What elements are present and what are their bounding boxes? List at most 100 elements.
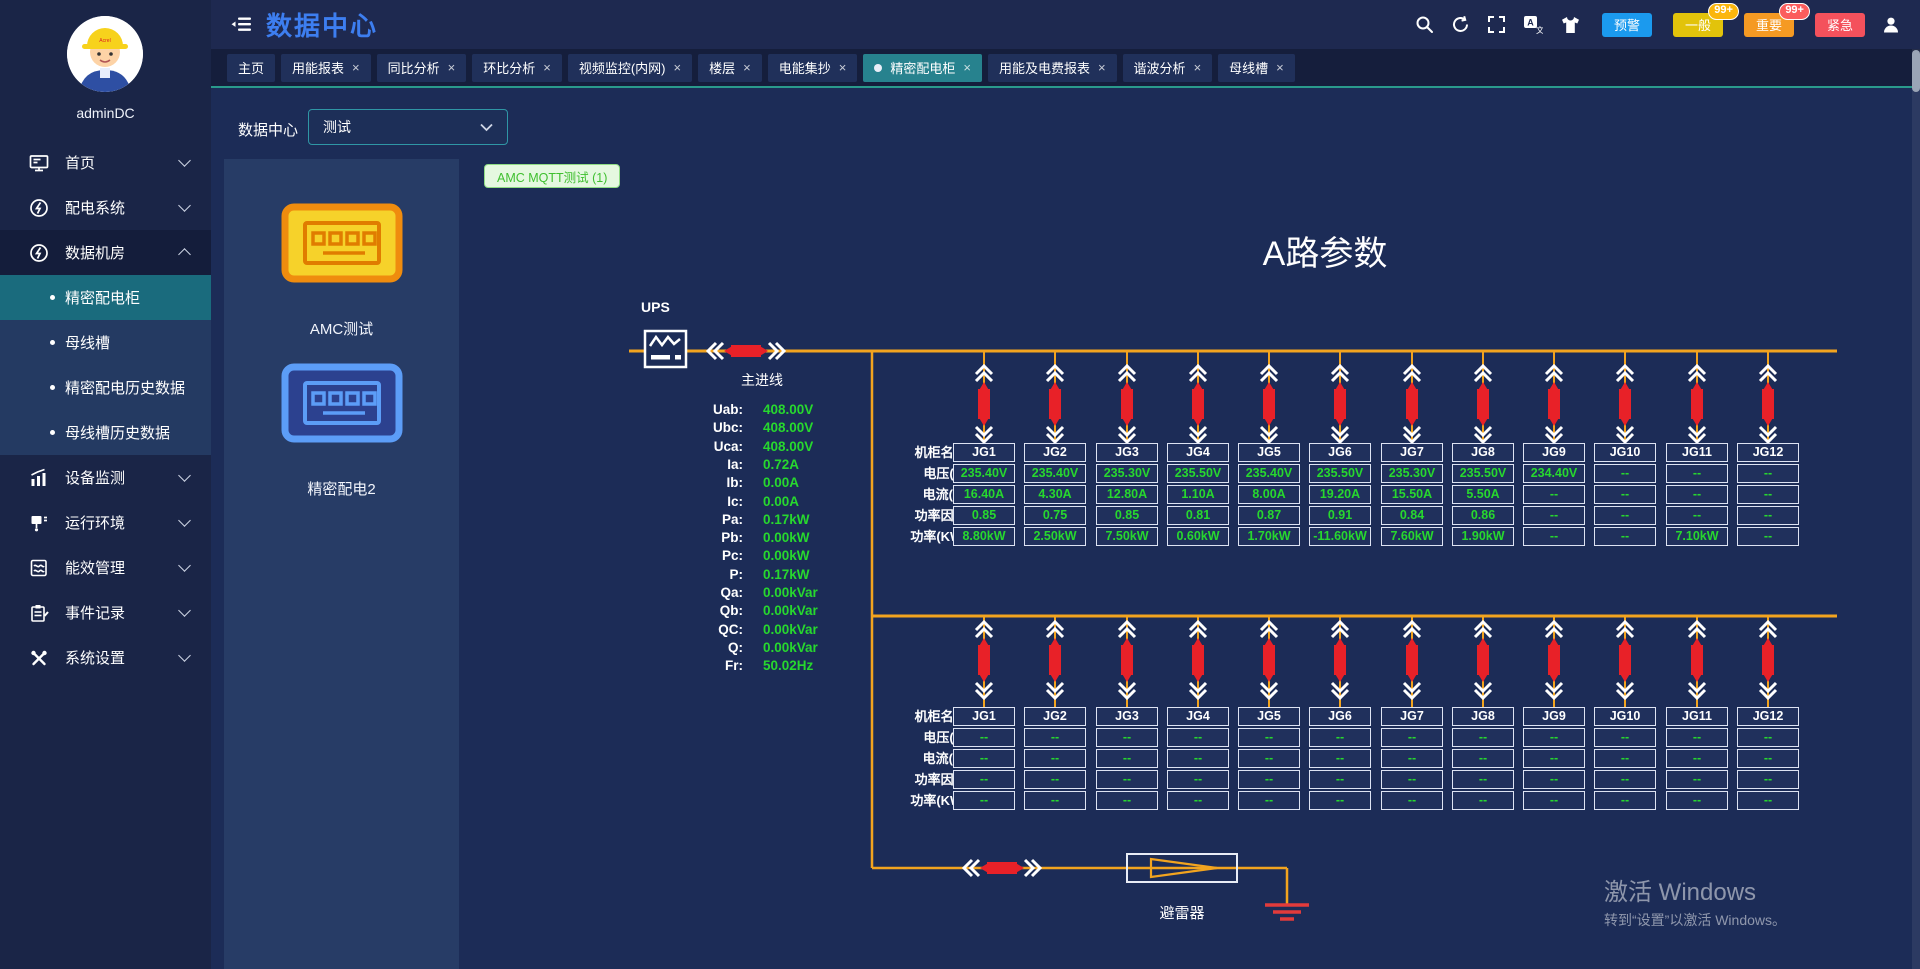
- tab-busway[interactable]: 母线槽×: [1218, 54, 1295, 82]
- value-cell: --: [1309, 791, 1371, 810]
- value-cell: --: [1452, 791, 1514, 810]
- scrollbar[interactable]: [1912, 49, 1920, 969]
- sidebar-item-home[interactable]: 首页: [0, 140, 211, 185]
- tab-floor[interactable]: 楼层×: [698, 54, 762, 82]
- close-icon[interactable]: ×: [352, 60, 360, 75]
- close-icon[interactable]: ×: [963, 60, 971, 75]
- cabinet-name-cell: JG1: [953, 707, 1015, 726]
- menu-collapse-icon[interactable]: [231, 14, 253, 35]
- close-icon[interactable]: ×: [448, 60, 456, 75]
- tab-yoy-analysis[interactable]: 同比分析 ×: [377, 54, 467, 82]
- close-icon[interactable]: ×: [1194, 60, 1202, 75]
- cabinet-name-cell: JG11: [1666, 707, 1728, 726]
- device-card-1[interactable]: AMC测试: [224, 203, 459, 339]
- value-cell: --: [1024, 770, 1086, 789]
- value-cell: --: [1737, 464, 1799, 483]
- value-cell: --: [1737, 506, 1799, 525]
- tab-video-monitor[interactable]: 视频监控(内网)×: [568, 54, 692, 82]
- value-cell: --: [953, 770, 1015, 789]
- sidebar-item-data-room[interactable]: 数据机房: [0, 230, 211, 275]
- param-value: 0.00A: [763, 475, 799, 490]
- value-cell: --: [1666, 506, 1728, 525]
- tab-meter-reading[interactable]: 电能集抄×: [768, 54, 858, 82]
- close-icon[interactable]: ×: [743, 60, 751, 75]
- search-icon[interactable]: [1415, 15, 1434, 34]
- sidebar-subitem-busway[interactable]: 母线槽: [0, 320, 211, 365]
- value-cell: --: [1096, 791, 1158, 810]
- value-cell: 0.75: [1024, 506, 1086, 525]
- user-icon[interactable]: [1882, 16, 1900, 34]
- value-cell: --: [1309, 749, 1371, 768]
- sidebar-item-settings[interactable]: 系统设置: [0, 635, 211, 680]
- alarm-button-urgent[interactable]: 紧急: [1815, 13, 1865, 37]
- sidebar-item-power-distribution[interactable]: 配电系统: [0, 185, 211, 230]
- close-icon[interactable]: ×: [543, 60, 551, 75]
- fullscreen-icon[interactable]: [1487, 15, 1506, 34]
- value-cell: --: [1167, 770, 1229, 789]
- ups-icon: [645, 331, 686, 367]
- param-label: Pc:: [639, 548, 743, 563]
- sidebar-subitem-precision-history[interactable]: 精密配电历史数据: [0, 365, 211, 410]
- value-cell: --: [1238, 791, 1300, 810]
- tab-energy-fee-report[interactable]: 用能及电费报表×: [988, 54, 1117, 82]
- device-card-2[interactable]: 精密配电2: [224, 363, 459, 499]
- sidebar-item-events[interactable]: 事件记录: [0, 590, 211, 635]
- value-cell: --: [1381, 749, 1443, 768]
- value-cell: --: [1452, 749, 1514, 768]
- tab-precision-cabinet[interactable]: 精密配电柜 ×: [863, 54, 982, 82]
- sidebar-subitem-precision-cabinet[interactable]: 精密配电柜: [0, 275, 211, 320]
- value-cell: --: [1309, 728, 1371, 747]
- username: adminDC: [0, 105, 211, 121]
- value-cell: --: [1096, 770, 1158, 789]
- alarm-button-general[interactable]: 一般99+: [1673, 13, 1723, 37]
- value-cell: --: [1737, 791, 1799, 810]
- close-icon[interactable]: ×: [1276, 60, 1284, 75]
- chevron-down-icon: [178, 514, 191, 527]
- theme-icon[interactable]: [1560, 16, 1581, 34]
- value-cell: --: [1381, 728, 1443, 747]
- sidebar-item-environment[interactable]: 运行环境: [0, 500, 211, 545]
- ups-label: UPS: [641, 299, 670, 315]
- sidebar-item-label: 首页: [65, 152, 95, 173]
- close-icon[interactable]: ×: [1098, 60, 1106, 75]
- tab-harmonic-analysis[interactable]: 谐波分析×: [1123, 54, 1213, 82]
- value-cell: --: [1666, 791, 1728, 810]
- bullet-icon: [50, 295, 55, 300]
- scrollbar-thumb[interactable]: [1912, 50, 1920, 92]
- datacenter-select-value: 测试: [323, 117, 351, 137]
- value-cell: --: [1594, 527, 1656, 546]
- cabinet-name-cell: JG10: [1594, 443, 1656, 462]
- tab-label: 同比分析: [388, 58, 440, 77]
- device-label: AMC测试: [310, 318, 373, 339]
- submenu-item-label: 精密配电历史数据: [65, 377, 185, 398]
- value-cell: 234.40V: [1523, 464, 1585, 483]
- param-label: Pa:: [639, 512, 743, 527]
- tab-mom-analysis[interactable]: 环比分析×: [472, 54, 562, 82]
- value-cell: --: [1737, 749, 1799, 768]
- value-cell: 0.84: [1381, 506, 1443, 525]
- tab-home[interactable]: 主页: [227, 54, 275, 82]
- sidebar-subitem-busway-history[interactable]: 母线槽历史数据: [0, 410, 211, 455]
- tab-energy-report[interactable]: 用能报表×: [281, 54, 371, 82]
- avatar[interactable]: Acrel: [67, 16, 143, 92]
- value-cell: --: [1167, 791, 1229, 810]
- chevron-down-icon: [178, 469, 191, 482]
- translate-icon[interactable]: A文: [1523, 15, 1543, 34]
- alarm-button-warning[interactable]: 预警: [1602, 13, 1652, 37]
- tab-label: 精密配电柜: [890, 58, 955, 77]
- refresh-icon[interactable]: [1451, 15, 1470, 34]
- param-value: 0.00kVar: [763, 622, 818, 637]
- device-group-button[interactable]: AMC MQTT测试 (1): [484, 164, 620, 188]
- record-icon: [28, 603, 52, 623]
- sidebar-item-energy[interactable]: 能效管理: [0, 545, 211, 590]
- value-cell: --: [1737, 485, 1799, 504]
- watermark-line2: 转到“设置”以激活 Windows。: [1604, 910, 1786, 930]
- close-icon[interactable]: ×: [674, 60, 682, 75]
- value-cell: --: [1096, 728, 1158, 747]
- cabinet-name-cell: JG7: [1381, 707, 1443, 726]
- param-value: 0.00A: [763, 494, 799, 509]
- value-cell: 0.60kW: [1167, 527, 1229, 546]
- sidebar-item-device-monitor[interactable]: 设备监测: [0, 455, 211, 500]
- alarm-button-important[interactable]: 重要99+: [1744, 13, 1794, 37]
- close-icon[interactable]: ×: [839, 60, 847, 75]
